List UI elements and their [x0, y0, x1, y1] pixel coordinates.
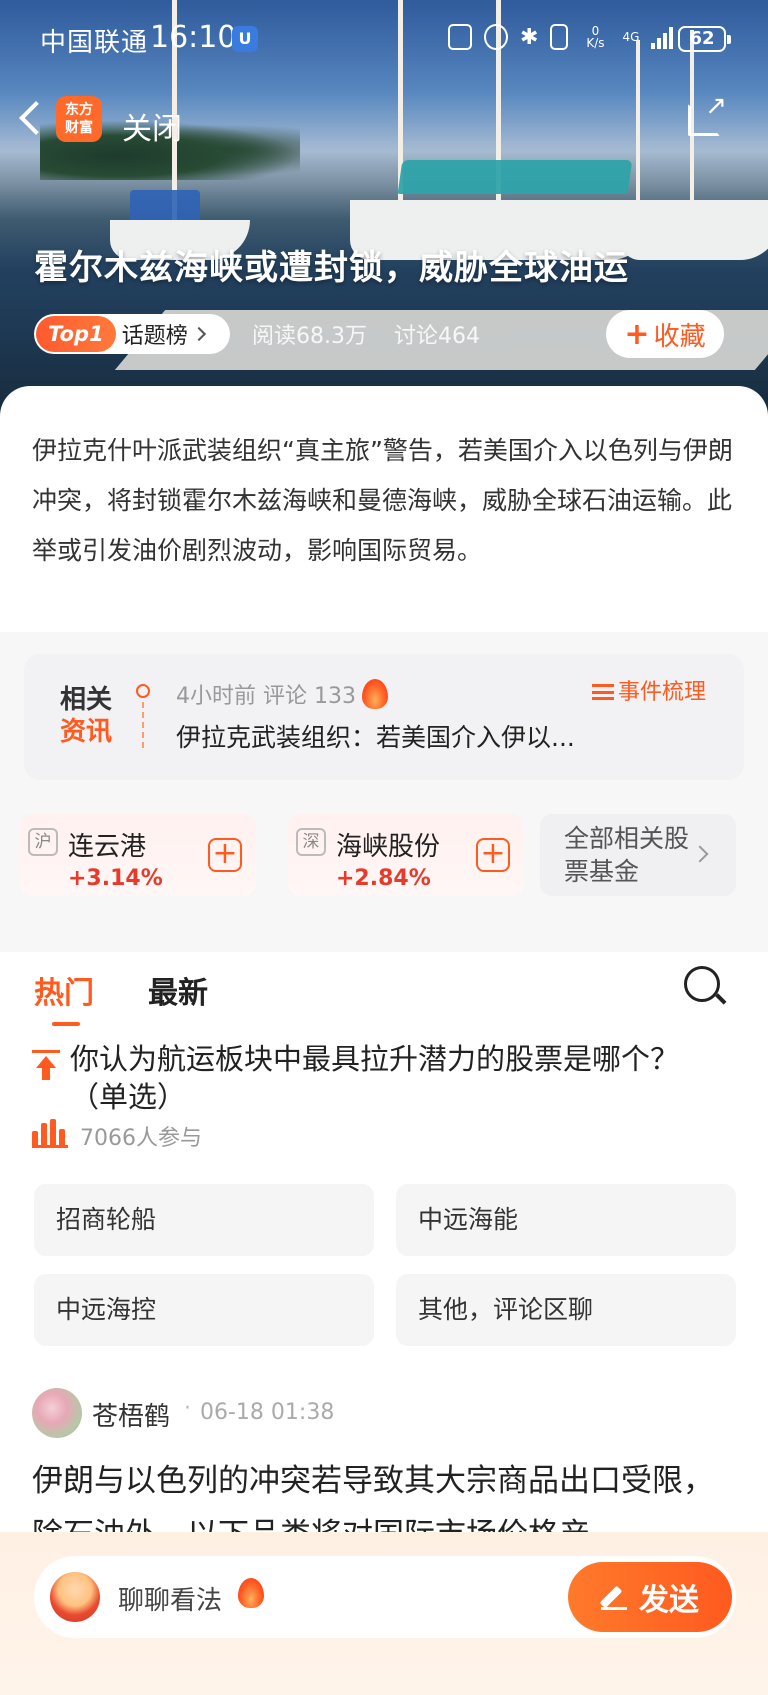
discussion-count: 讨论464 — [394, 324, 480, 349]
topic-list-label: 话题榜 — [121, 324, 188, 349]
mascot-avatar-icon — [50, 1572, 100, 1622]
avatar[interactable] — [32, 1388, 82, 1438]
all-stocks-label: 全部相关股票基金 — [564, 824, 690, 886]
related-tag-line2: 资讯 — [60, 717, 113, 747]
pen-icon — [601, 1583, 629, 1611]
poll-option[interactable]: 其他，评论区聊 — [396, 1274, 736, 1346]
comment-placeholder[interactable]: 聊聊看法 — [118, 1580, 222, 1617]
tab-hot[interactable]: 热门 — [34, 968, 94, 1012]
related-tag-line1: 相关 — [60, 685, 113, 715]
send-button[interactable]: 发送 — [568, 1562, 732, 1632]
related-news-card[interactable]: 相关 资讯 4小时前 评论 133 伊拉克武装组织：若美国介入伊以... 事件梳… — [24, 654, 744, 780]
stock-name: 海峡股份 — [336, 832, 441, 862]
event-timeline-link[interactable]: 事件梳理 — [592, 674, 706, 706]
related-news-tag: 相关 资讯 — [60, 684, 112, 748]
favorite-button[interactable]: + 收藏 — [606, 310, 724, 358]
alarm-icon — [484, 24, 508, 50]
comment-separator: · — [184, 1396, 191, 1421]
poll-question: 你认为航运板块中最具拉升潜力的股票是哪个？ （单选） — [70, 1042, 680, 1114]
related-news-title: 伊拉克武装组织：若美国介入伊以... — [176, 723, 575, 752]
market-badge: 沪 — [28, 828, 58, 856]
summary-card: 伊拉克什叶派武装组织“真主旅”警告，若美国介入以色列与伊朗冲突，将封锁霍尔木兹海… — [0, 386, 768, 636]
timeline-dot-icon — [136, 684, 150, 698]
status-icons: ✱ 0 K/s 4G — [448, 24, 674, 50]
logo-line1: 东方 — [65, 102, 93, 118]
bar-chart-icon — [32, 1118, 68, 1148]
fire-icon — [361, 679, 388, 709]
poll-participants: 7066人参与 — [80, 1126, 202, 1151]
vibrate-icon — [550, 24, 569, 50]
comment-time: 06-18 01:38 — [200, 1400, 335, 1425]
rank-badge: Top1 — [36, 316, 116, 352]
stock-change: +3.14% — [68, 866, 163, 891]
network-type: 4G — [622, 30, 640, 44]
summary-text: 伊拉克什叶派武装组织“真主旅”警告，若美国介入以色列与伊朗冲突，将封锁霍尔木兹海… — [32, 436, 733, 565]
comment-username[interactable]: 苍梧鹤 — [92, 1396, 170, 1433]
page-title: 霍尔木兹海峡或遭封锁，威胁全球油运 — [34, 248, 629, 288]
stock-chip[interactable]: 沪 连云港 +3.14% + — [20, 814, 256, 896]
plus-icon: + — [624, 316, 650, 352]
stock-change: +2.84% — [336, 866, 431, 891]
share-icon[interactable] — [688, 91, 727, 136]
related-news-meta-text: 4小时前 评论 133 — [176, 684, 356, 709]
add-watchlist-button[interactable]: + — [476, 838, 510, 872]
carrier-name: 中国联通 — [40, 28, 149, 58]
status-bar: 中国联通 16:10 U ✱ 0 K/s 4G 62 — [0, 0, 768, 80]
bluetooth-icon: ✱ — [520, 24, 539, 50]
poll-option[interactable]: 招商轮船 — [34, 1184, 374, 1256]
sailboat-hull — [620, 200, 768, 260]
vpn-icon: U — [232, 26, 258, 52]
add-watchlist-button[interactable]: + — [208, 838, 242, 872]
related-news-meta: 4小时前 评论 133 — [176, 678, 388, 710]
sail-cover — [397, 160, 633, 194]
nfc-icon — [448, 24, 472, 50]
all-related-stocks-button[interactable]: 全部相关股票基金 — [540, 814, 736, 896]
battery-icon: 62 — [678, 26, 731, 52]
app-logo: 东方 财富 — [56, 96, 102, 142]
tab-latest[interactable]: 最新 — [148, 968, 208, 1012]
poll-option[interactable]: 中远海能 — [396, 1184, 736, 1256]
timeline-line — [142, 702, 144, 748]
close-button[interactable]: 关闭 — [122, 104, 182, 148]
search-icon[interactable] — [684, 966, 720, 1002]
event-link-label: 事件梳理 — [618, 680, 707, 705]
battery-level: 62 — [689, 28, 715, 49]
signal-icon — [651, 25, 674, 49]
market-badge: 深 — [296, 828, 326, 856]
logo-line2: 财富 — [65, 120, 93, 136]
back-arrow-icon[interactable] — [14, 98, 50, 142]
stock-name: 连云港 — [68, 832, 147, 862]
poll-option[interactable]: 中远海控 — [34, 1274, 374, 1346]
chevron-right-icon — [191, 326, 206, 342]
list-icon — [592, 684, 614, 700]
topic-rank-button[interactable]: Top1 话题榜 — [34, 314, 230, 354]
net-speed-unit: K/s — [586, 36, 605, 50]
fire-icon — [238, 1578, 264, 1608]
send-label: 发送 — [639, 1583, 699, 1618]
net-speed: 0 K/s — [580, 25, 610, 49]
pin-top-icon — [32, 1050, 62, 1080]
chevron-right-icon — [691, 845, 709, 863]
status-time: 16:10 — [150, 20, 237, 55]
active-tab-indicator — [52, 1022, 80, 1026]
favorite-label: 收藏 — [653, 321, 706, 352]
read-count: 阅读68.3万 — [252, 324, 367, 349]
stock-chip[interactable]: 深 海峡股份 +2.84% + — [288, 814, 524, 896]
